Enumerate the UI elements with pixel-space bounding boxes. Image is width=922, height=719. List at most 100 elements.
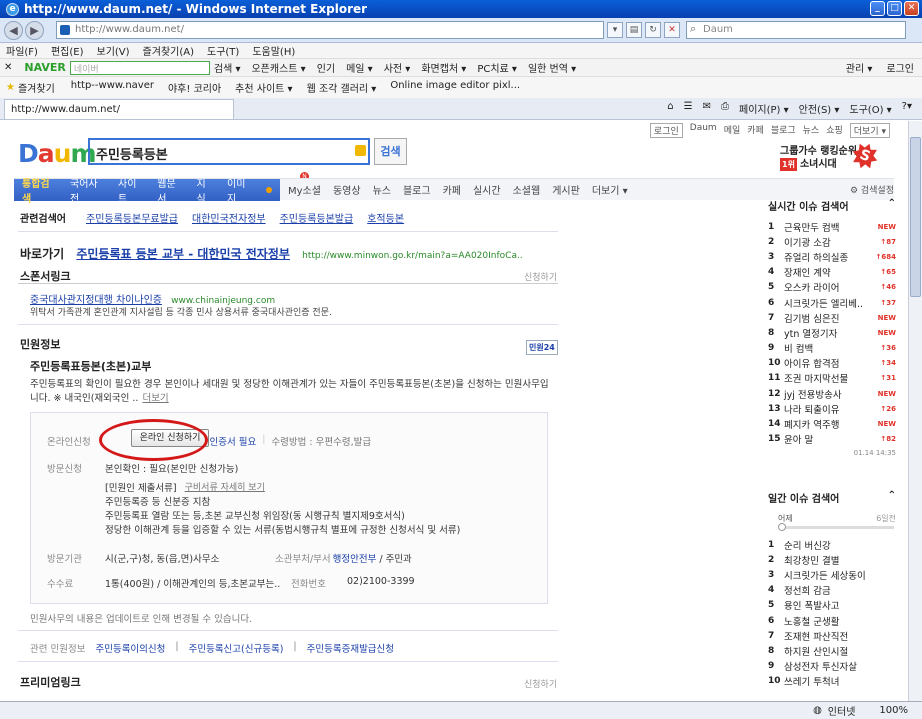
tab-blog[interactable]: 블로그	[403, 182, 431, 197]
favorites-button[interactable]: 즐겨찾기	[18, 80, 55, 95]
daum-home-link[interactable]: Daum	[690, 123, 717, 138]
close-toolbar-icon[interactable]: ✕	[4, 62, 12, 73]
tab-webdoc[interactable]: 웹문서	[157, 175, 183, 205]
menu-favorites[interactable]: 즐겨찾기(A)	[143, 43, 194, 58]
issue-text[interactable]: 이기광 소감	[784, 235, 831, 249]
issue-text[interactable]: 시크릿가든 엘리베..	[784, 296, 863, 310]
news-link[interactable]: 뉴스	[803, 123, 820, 138]
issue-text[interactable]: jyj 전용방송사	[784, 387, 842, 401]
issue-item[interactable]: 2 최강창민 결별	[768, 552, 896, 567]
related-minwon-item[interactable]: 주민등록신고(신규등록)	[189, 641, 284, 655]
issue-text[interactable]: 조재현 파산직전	[784, 629, 848, 643]
rank-widget[interactable]: 그룹가수 랭킹순위 1위 소녀시대	[780, 145, 857, 171]
menu-tools[interactable]: 도구(T)	[207, 43, 239, 58]
zoom-level[interactable]: 100%	[879, 705, 908, 716]
menu-view[interactable]: 보기(V)	[97, 43, 130, 58]
issue-text[interactable]: 김기범 심은진	[784, 311, 839, 325]
minwon24-logo[interactable]: 민원24	[526, 340, 558, 355]
cafe-link[interactable]: 카페	[747, 123, 764, 138]
naver-login[interactable]: 로그인	[886, 60, 914, 75]
help-menu[interactable]: ?▾	[902, 101, 912, 116]
tab-news[interactable]: 뉴스	[373, 182, 391, 197]
issue-item[interactable]: 8 ytn 열정기자 NEW	[768, 325, 896, 340]
issue-item[interactable]: 5 오스카 라이어 ↑46	[768, 280, 896, 295]
day-slider[interactable]: 어제 6일전	[768, 511, 896, 533]
related-minwon-item[interactable]: 주민등록증재발급신청	[307, 641, 394, 655]
maximize-button[interactable]: □	[887, 1, 902, 16]
issue-text[interactable]: 노홍철 군생활	[784, 614, 839, 628]
minimize-button[interactable]: _	[870, 1, 885, 16]
issue-item[interactable]: 4 정선희 감금	[768, 583, 896, 598]
issue-text[interactable]: 폐지카 역주행	[784, 417, 839, 431]
compat-icon[interactable]: ▤	[626, 22, 642, 38]
related-item[interactable]: 주민등록등본발급	[280, 210, 354, 225]
fav-recommended[interactable]: 추천 사이트 ▾	[235, 80, 292, 95]
dropdown-icon[interactable]: ▾	[607, 22, 623, 38]
issue-text[interactable]: 윤아 말	[784, 432, 813, 446]
issue-text[interactable]: 오스카 라이어	[784, 280, 839, 294]
menu-help[interactable]: 도움말(H)	[252, 43, 295, 58]
page-menu[interactable]: 페이지(P) ▾	[739, 101, 789, 116]
url-field[interactable]: http://www.daum.net/	[56, 21, 604, 39]
issue-item[interactable]: 1 근육만두 컴백 NEW	[768, 219, 896, 234]
issue-item[interactable]: 3 쥬얼리 하의실종 ↑684	[768, 249, 896, 264]
naver-translate[interactable]: 일한 번역 ▾	[528, 60, 576, 75]
mail-link[interactable]: 메일	[724, 123, 741, 138]
issue-item[interactable]: 6 시크릿가든 엘리베.. ↑37	[768, 295, 896, 310]
issue-text[interactable]: 순리 버신강	[784, 538, 831, 552]
direct-url[interactable]: http://www.minwon.go.kr/main?a=AA020Info…	[302, 251, 523, 261]
issue-text[interactable]: 비 컴백	[784, 341, 813, 355]
direct-title-link[interactable]: 주민등록표 등본 교부 - 대한민국 전자정부	[76, 247, 290, 261]
issue-item[interactable]: 9 삼성전자 투신자살	[768, 659, 896, 674]
tab-mysocial[interactable]: My소셜	[288, 182, 321, 197]
issue-item[interactable]: 5 용인 폭발사고	[768, 598, 896, 613]
issue-text[interactable]: 정선희 감금	[784, 583, 831, 597]
scroll-thumb[interactable]	[910, 137, 921, 297]
issue-text[interactable]: 나라 퇴출이유	[784, 402, 839, 416]
issue-text[interactable]: 아이유 합격점	[784, 356, 839, 370]
stop-icon[interactable]: ✕	[664, 22, 680, 38]
related-item[interactable]: 대한민국전자정부	[192, 210, 266, 225]
blog-link[interactable]: 블로그	[771, 123, 796, 138]
tab-image[interactable]: 이미지	[227, 175, 253, 205]
tab-cafe[interactable]: 카페	[443, 182, 461, 197]
collapse-icon[interactable]: ⌃	[888, 198, 896, 213]
tab-board[interactable]: 게시판	[552, 182, 580, 197]
naver-search-input[interactable]: 네이버	[69, 60, 210, 75]
menu-file[interactable]: 파일(F)	[6, 43, 38, 58]
slider-knob[interactable]	[778, 523, 786, 531]
feeds-icon[interactable]: ☰	[684, 101, 693, 116]
issue-text[interactable]: 삼성전자 투신자살	[784, 659, 857, 673]
menu-edit[interactable]: 편집(E)	[51, 43, 84, 58]
close-button[interactable]: ✕	[904, 1, 919, 16]
premium-apply-link[interactable]: 신청하기	[524, 677, 557, 690]
tab-dictionary[interactable]: 국어사전	[70, 175, 105, 205]
naver-popular[interactable]: 인기	[317, 60, 335, 75]
page-scrollbar[interactable]	[908, 121, 922, 701]
naver-dictionary[interactable]: 사전 ▾	[384, 60, 411, 75]
issue-item[interactable]: 1 순리 버신강	[768, 537, 896, 552]
collapse-icon[interactable]: ⌃	[888, 490, 896, 505]
home-icon[interactable]: ⌂	[667, 101, 673, 116]
tab-realtime[interactable]: 실시간	[473, 182, 501, 197]
fav-naver[interactable]: http--www.naver	[71, 80, 154, 95]
issue-text[interactable]: 장재인 계약	[784, 265, 831, 279]
browser-search-input[interactable]: Daum	[686, 21, 906, 39]
issue-item[interactable]: 9 비 컴백 ↑36	[768, 341, 896, 356]
print-icon[interactable]: ⎙	[721, 101, 729, 116]
issue-item[interactable]: 10 쓰레기 투척녀	[768, 674, 896, 689]
tools-menu[interactable]: 도구(O) ▾	[849, 101, 891, 116]
forward-button[interactable]: ▶	[25, 20, 44, 40]
tab-integrated[interactable]: 통합검색	[22, 175, 57, 205]
issue-text[interactable]: 조권 마지막선물	[784, 371, 848, 385]
safety-menu[interactable]: 안전(S) ▾	[799, 101, 840, 116]
issue-text[interactable]: 최강창민 결별	[784, 553, 839, 567]
shopping-link[interactable]: 쇼핑	[826, 123, 843, 138]
issue-item[interactable]: 12 jyj 전용방송사 NEW	[768, 386, 896, 401]
issue-item[interactable]: 2 이기광 소감 ↑87	[768, 234, 896, 249]
issue-text[interactable]: 하지원 산인시절	[784, 644, 848, 658]
issue-text[interactable]: 시크릿가든 세상동이	[784, 568, 866, 582]
issue-text[interactable]: 근육만두 컴백	[784, 220, 839, 234]
search-settings[interactable]: ⚙ 검색설정	[850, 183, 894, 196]
tab-site[interactable]: 사이트	[118, 175, 144, 205]
